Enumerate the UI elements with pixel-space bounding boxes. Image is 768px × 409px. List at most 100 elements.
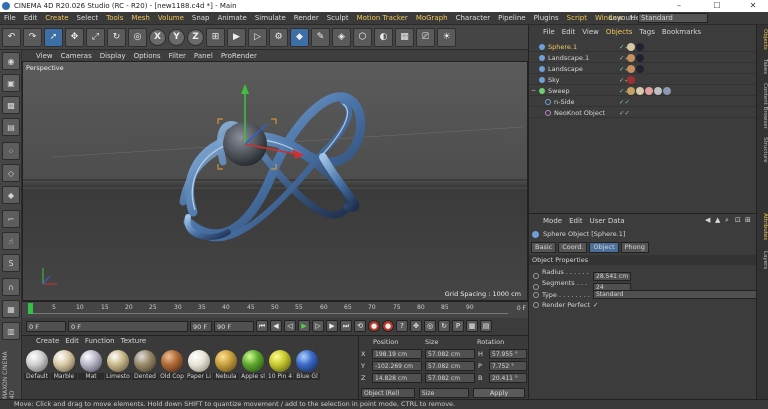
position-y-field[interactable]: -102.269 cm xyxy=(372,361,422,371)
menu-render[interactable]: Render xyxy=(290,14,323,22)
minimize-button[interactable]: – xyxy=(666,0,692,12)
start-frame-field[interactable]: 0 F xyxy=(26,320,66,332)
side-tab-attributes[interactable]: Attributes xyxy=(758,213,768,240)
menu-motion-tracker[interactable]: Motion Tracker xyxy=(353,14,412,22)
menu-file[interactable]: File xyxy=(0,14,20,22)
material-menu-edit[interactable]: Edit xyxy=(65,337,79,345)
autokey-icon[interactable]: ● xyxy=(382,320,394,332)
workplane-icon[interactable]: ▤ xyxy=(2,118,20,136)
maximize-button[interactable]: ☐ xyxy=(704,0,730,12)
material-swatch[interactable]: Dented xyxy=(132,350,158,380)
object-row-landscape[interactable]: Landscape ✓✓ xyxy=(529,64,757,74)
material-swatch[interactable]: Paper Li xyxy=(186,350,212,380)
key-position-icon[interactable]: ✥ xyxy=(410,320,422,332)
preview-end-field[interactable]: 90 F xyxy=(214,320,254,332)
nav-back-icon[interactable]: ◀ xyxy=(705,216,710,224)
attributes-menu-mode[interactable]: Mode xyxy=(543,217,562,225)
material-tag-icon[interactable] xyxy=(654,87,662,95)
menu-select[interactable]: Select xyxy=(73,14,103,22)
rotation-p-field[interactable]: 7.752 ° xyxy=(489,361,527,371)
material-menu-function[interactable]: Function xyxy=(85,337,115,345)
rotate-icon[interactable]: ↻ xyxy=(107,27,126,47)
new-panel-icon[interactable]: ⊞ xyxy=(745,216,751,224)
play-icon[interactable]: ▶ xyxy=(298,320,310,332)
previous-frame-icon[interactable]: ◁ xyxy=(284,320,296,332)
model-mode-icon[interactable]: ▣ xyxy=(2,74,20,92)
timeline-options-icon[interactable]: ▤ xyxy=(480,320,492,332)
floor-icon[interactable]: ▦ xyxy=(395,27,414,47)
tab-object[interactable]: Object xyxy=(589,242,619,253)
phong-tag-icon[interactable] xyxy=(627,87,635,95)
viewport-menu-cameras[interactable]: Cameras xyxy=(61,52,92,60)
texture-mode-icon[interactable]: ▩ xyxy=(2,96,20,114)
material-tag-icon[interactable] xyxy=(663,87,671,95)
material-tag-icon[interactable] xyxy=(627,43,635,51)
object-row-sphere-1[interactable]: Sphere.1 ✓✓ xyxy=(529,42,757,52)
menu-tools[interactable]: Tools xyxy=(102,14,127,22)
material-swatch[interactable]: Apple sl xyxy=(240,350,266,380)
nav-up-icon[interactable]: ▲ xyxy=(715,216,720,224)
redo-icon[interactable]: ↷ xyxy=(23,27,42,47)
side-tab-structure[interactable]: Structure xyxy=(758,137,768,163)
object-row-sweep[interactable]: − Sweep ✓✓ xyxy=(529,86,757,96)
type-dropdown[interactable]: Standard xyxy=(593,290,757,299)
key-scale-icon[interactable]: ◎ xyxy=(424,320,436,332)
material-tag-icon[interactable] xyxy=(636,43,644,51)
go-to-start-icon[interactable]: ⏮ xyxy=(256,320,268,332)
size-x-field[interactable]: 57.082 cm xyxy=(425,349,475,359)
perspective-viewport[interactable]: Perspective Grid Spacing : 1000 cm xyxy=(22,61,528,301)
material-swatch[interactable]: Nebula xyxy=(213,350,239,380)
material-tag-icon[interactable] xyxy=(636,87,644,95)
object-row-neoknot[interactable]: NeoKnot Object ✓✓ xyxy=(529,108,757,118)
render-picture-viewer-icon[interactable]: ▷ xyxy=(248,27,267,47)
side-tab-takes[interactable]: Takes xyxy=(758,59,768,74)
menu-snap[interactable]: Snap xyxy=(188,14,214,22)
rotation-h-field[interactable]: 57.955 ° xyxy=(489,349,527,359)
previous-key-icon[interactable]: ◀ xyxy=(270,320,282,332)
layout-dropdown[interactable]: Standard xyxy=(638,13,708,23)
visibility-check-icon[interactable]: ✓✓ xyxy=(619,97,630,107)
undo-icon[interactable]: ↶ xyxy=(2,27,21,47)
visibility-check-icon[interactable]: ✓✓ xyxy=(619,108,630,118)
deformer-icon[interactable]: ◐ xyxy=(374,27,393,47)
material-swatch[interactable]: Limesto xyxy=(105,350,131,380)
polygons-mode-icon[interactable]: ◆ xyxy=(2,186,20,204)
material-tag-icon[interactable] xyxy=(645,87,653,95)
edit-render-settings-icon[interactable]: ⚙ xyxy=(269,27,288,47)
loop-icon[interactable]: ⟲ xyxy=(354,320,366,332)
timeline-ruler[interactable]: 0 5 10 15 20 25 30 35 40 45 50 55 60 65 … xyxy=(22,301,528,318)
lock-icon[interactable]: ⊡ xyxy=(735,216,741,224)
position-x-field[interactable]: 198.19 cm xyxy=(372,349,422,359)
menu-simulate[interactable]: Simulate xyxy=(251,14,290,22)
grid-snap-icon[interactable]: ▦ xyxy=(2,300,20,318)
move-icon[interactable]: ✥ xyxy=(65,27,84,47)
apply-button[interactable]: Apply xyxy=(473,388,525,398)
tab-coord[interactable]: Coord. xyxy=(558,242,588,253)
record-keys-icon[interactable]: ● xyxy=(368,320,380,332)
material-tag-icon[interactable] xyxy=(636,65,644,73)
objects-menu-bookmarks[interactable]: Bookmarks xyxy=(662,28,701,36)
viewport-menu-filter[interactable]: Filter xyxy=(169,52,186,60)
side-tab-layers[interactable]: Layers xyxy=(758,251,768,269)
attributes-menu-user-data[interactable]: User Data xyxy=(590,217,625,225)
menu-sculpt[interactable]: Sculpt xyxy=(323,14,353,22)
objects-menu-objects[interactable]: Objects xyxy=(606,28,632,36)
material-tag-icon[interactable] xyxy=(636,54,644,62)
axis-mode-icon[interactable]: ⌐ xyxy=(2,210,20,228)
scale-icon[interactable]: ⤢ xyxy=(86,27,105,47)
material-swatch[interactable]: 10 Pin 4 xyxy=(267,350,293,380)
key-rotation-icon[interactable]: ↻ xyxy=(438,320,450,332)
animate-icon[interactable] xyxy=(533,302,539,308)
tab-basic[interactable]: Basic xyxy=(531,242,557,253)
close-button[interactable]: ✕ xyxy=(740,0,766,12)
menu-mesh[interactable]: Mesh xyxy=(127,14,153,22)
viewport-menu-options[interactable]: Options xyxy=(134,52,161,60)
menu-animate[interactable]: Animate xyxy=(214,14,251,22)
material-menu-create[interactable]: Create xyxy=(36,337,59,345)
tab-phong[interactable]: Phong xyxy=(620,242,649,253)
playhead-marker[interactable] xyxy=(28,303,33,314)
menu-pipeline[interactable]: Pipeline xyxy=(494,14,529,22)
keyframe-selection-icon[interactable]: ? xyxy=(396,320,408,332)
snap-icon[interactable]: S xyxy=(2,254,20,272)
size-y-field[interactable]: 57.082 cm xyxy=(425,361,475,371)
